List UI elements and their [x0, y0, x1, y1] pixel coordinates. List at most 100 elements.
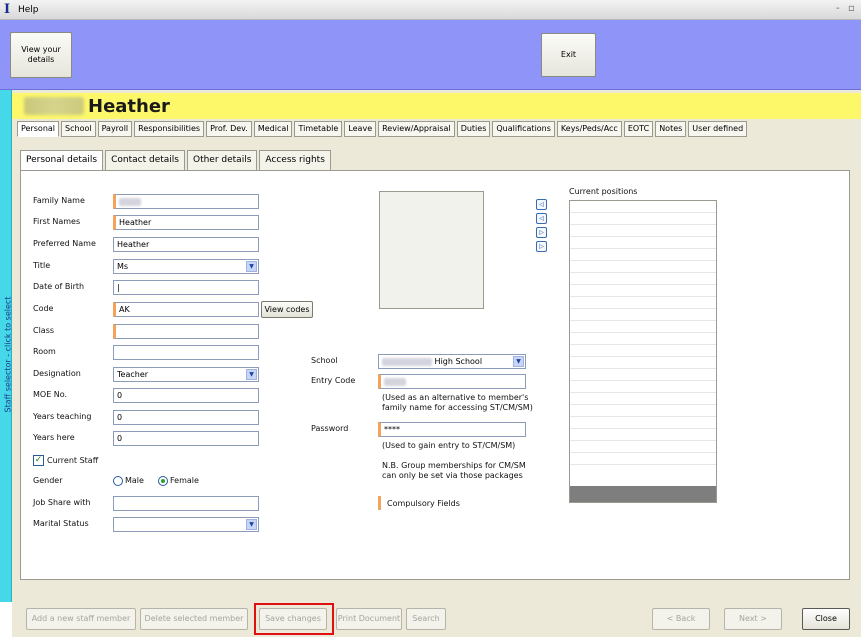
first-names-field[interactable]: Heather: [113, 215, 259, 230]
add-staff-button[interactable]: Add a new staff member: [26, 608, 136, 630]
gender-female-radio[interactable]: [158, 476, 168, 486]
save-highlight-box: [254, 603, 334, 635]
gender-male-radio[interactable]: [113, 476, 123, 486]
job-share-label: Job Share with: [33, 498, 91, 507]
room-label: Room: [33, 347, 56, 356]
photo-frame[interactable]: [379, 191, 484, 309]
tab-payroll[interactable]: Payroll: [97, 121, 133, 137]
view-details-button[interactable]: View your details: [10, 32, 72, 78]
gender-female-label: Female: [170, 476, 199, 485]
toolbar: View your details Exit: [0, 20, 861, 90]
name-bar: Heather: [12, 93, 861, 119]
prev-record-icon[interactable]: ◁: [536, 213, 547, 224]
restore-button[interactable]: ▫: [848, 3, 855, 14]
tab-keys[interactable]: Keys/Peds/Acc: [556, 121, 622, 137]
moe-label: MOE No.: [33, 390, 68, 399]
title-select[interactable]: Ms ▼: [113, 259, 259, 274]
password-field[interactable]: ****: [378, 422, 526, 437]
subtab-contact-details[interactable]: Contact details: [105, 150, 185, 170]
first-record-icon[interactable]: ◁: [536, 199, 547, 210]
chevron-down-icon[interactable]: ▼: [246, 519, 257, 530]
exit-button[interactable]: Exit: [541, 33, 596, 77]
tab-duties[interactable]: Duties: [456, 121, 491, 137]
personal-details-panel: Family Name First Names Preferred Name T…: [20, 170, 850, 580]
current-staff-label: Current Staff: [47, 456, 99, 465]
tab-eotc[interactable]: EOTC: [623, 121, 654, 137]
family-name-field[interactable]: [113, 194, 259, 209]
first-names-label: First Names: [33, 217, 81, 226]
redacted-surname: [24, 97, 84, 115]
tab-school[interactable]: School: [61, 121, 96, 137]
school-value: High School: [434, 357, 483, 366]
code-field[interactable]: AK: [113, 302, 259, 317]
search-button[interactable]: Search: [406, 608, 446, 630]
family-name-label: Family Name: [33, 196, 85, 205]
entry-code-field[interactable]: [378, 374, 526, 389]
designation-select[interactable]: Teacher ▼: [113, 367, 259, 382]
tab-qualifications[interactable]: Qualifications: [492, 121, 555, 137]
chevron-down-icon[interactable]: ▼: [513, 356, 524, 367]
compulsory-marker: [378, 496, 381, 510]
next-record-icon[interactable]: ▷: [536, 227, 547, 238]
top-tabs: Personal School Payroll Responsibilities…: [17, 121, 748, 138]
current-staff-checkbox[interactable]: ✓: [33, 455, 44, 466]
class-label: Class: [33, 326, 55, 335]
entry-code-label: Entry Code: [311, 376, 356, 385]
room-field[interactable]: [113, 345, 259, 360]
window-title: Help: [18, 5, 39, 15]
preferred-name-label: Preferred Name: [33, 239, 96, 248]
redacted-family-name: [119, 197, 141, 206]
view-codes-button[interactable]: View codes: [261, 301, 313, 318]
last-record-icon[interactable]: ▷: [536, 241, 547, 252]
preferred-name-field[interactable]: Heather: [113, 237, 259, 252]
group-membership-note: N.B. Group memberships for CM/SM can onl…: [382, 461, 526, 480]
years-here-label: Years here: [33, 433, 75, 442]
delete-member-button[interactable]: Delete selected member: [140, 608, 248, 630]
back-button[interactable]: < Back: [652, 608, 710, 630]
tab-review-appraisal[interactable]: Review/Appraisal: [378, 121, 455, 137]
job-share-field[interactable]: [113, 496, 259, 511]
title-value: Ms: [117, 262, 129, 271]
years-teaching-label: Years teaching: [33, 412, 92, 421]
marital-status-select[interactable]: ▼: [113, 517, 259, 532]
class-field[interactable]: [113, 324, 259, 339]
entry-code-note: (Used as an alternative to member's fami…: [382, 393, 533, 412]
tab-user-defined[interactable]: User defined: [688, 121, 748, 137]
dob-field[interactable]: |: [113, 280, 259, 295]
app-icon: I: [4, 2, 11, 17]
designation-label: Designation: [33, 369, 81, 378]
redacted-school-name: [382, 357, 432, 366]
tab-prof-dev[interactable]: Prof. Dev.: [206, 121, 252, 137]
compulsory-fields-label: Compulsory Fields: [387, 499, 460, 508]
tab-notes[interactable]: Notes: [655, 121, 687, 137]
gender-male-label: Male: [125, 476, 144, 485]
tab-personal[interactable]: Personal: [17, 121, 60, 137]
person-name: Heather: [88, 96, 170, 117]
staff-selector-strip[interactable]: Staff selector - click to select: [0, 90, 13, 602]
print-document-button[interactable]: Print Document: [336, 608, 402, 630]
sub-tabs: Personal details Contact details Other d…: [20, 150, 331, 172]
tab-responsibilities[interactable]: Responsibilities: [134, 121, 205, 137]
next-button[interactable]: Next >: [724, 608, 782, 630]
designation-value: Teacher: [117, 370, 149, 379]
current-positions-list[interactable]: [569, 200, 717, 503]
main-area: Heather Personal School Payroll Responsi…: [12, 90, 861, 637]
subtab-personal-details[interactable]: Personal details: [20, 150, 104, 172]
minimize-button[interactable]: -: [836, 3, 840, 14]
tab-leave[interactable]: Leave: [344, 121, 377, 137]
years-here-field[interactable]: 0: [113, 431, 259, 446]
tab-medical[interactable]: Medical: [253, 121, 293, 137]
school-select[interactable]: High School ▼: [378, 354, 526, 369]
password-note: (Used to gain entry to ST/CM/SM): [382, 441, 516, 450]
chevron-down-icon[interactable]: ▼: [246, 261, 257, 272]
current-positions-label: Current positions: [569, 187, 638, 196]
subtab-other-details[interactable]: Other details: [186, 150, 258, 170]
tab-timetable[interactable]: Timetable: [294, 121, 343, 137]
title-label: Title: [33, 261, 51, 270]
moe-field[interactable]: 0: [113, 388, 259, 403]
years-teaching-field[interactable]: 0: [113, 410, 259, 425]
subtab-access-rights[interactable]: Access rights: [259, 150, 331, 170]
close-button[interactable]: Close: [802, 608, 850, 630]
positions-footer: [570, 486, 716, 502]
chevron-down-icon[interactable]: ▼: [246, 369, 257, 380]
